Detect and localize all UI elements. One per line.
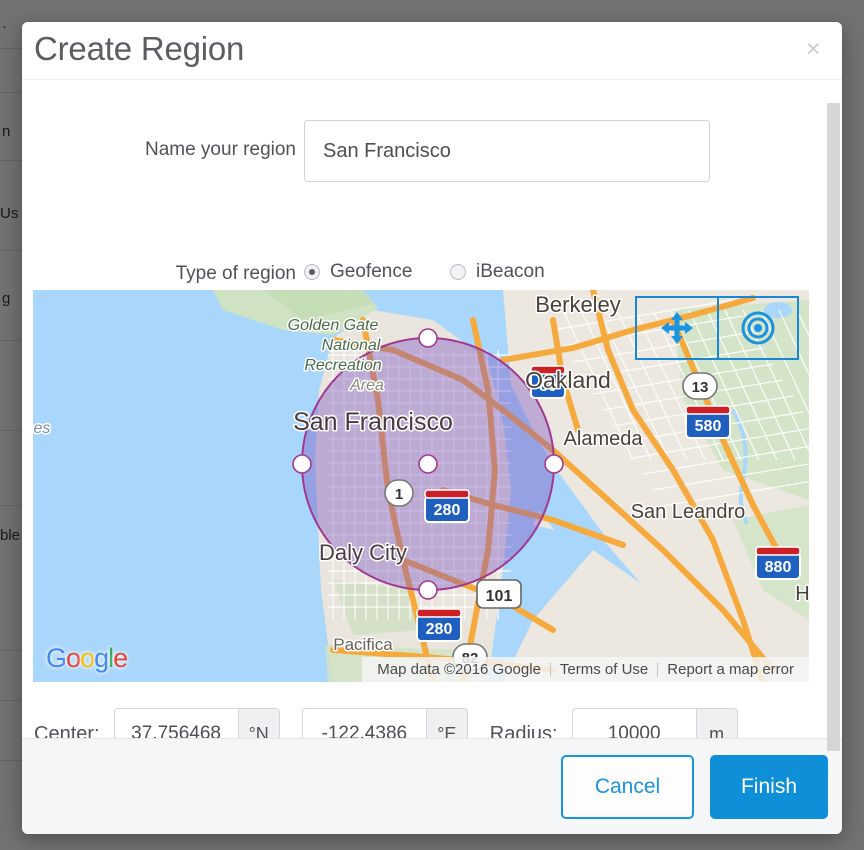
terms-of-use-link[interactable]: Terms of Use xyxy=(551,661,657,678)
type-field-label: Type of region xyxy=(175,263,296,284)
logo-letter-o2: o xyxy=(80,643,95,673)
map-route-shield: 101 xyxy=(476,579,522,609)
logo-letter-g1: G xyxy=(46,643,67,673)
close-icon[interactable]: × xyxy=(800,36,826,62)
name-field-label: Name your region xyxy=(144,139,296,160)
cancel-button[interactable]: Cancel xyxy=(561,754,694,819)
map-place-label: Berkeley xyxy=(535,292,621,317)
region-map[interactable]: 8058088028028013110182Golden GateNationa… xyxy=(33,290,809,682)
create-region-modal: Create Region × Name your region Type of… xyxy=(22,22,842,834)
radio-ibeacon-label: iBeacon xyxy=(476,261,545,282)
geofence-handle-south[interactable] xyxy=(418,580,438,600)
geofence-handle-center[interactable] xyxy=(418,454,438,474)
svg-text:580: 580 xyxy=(695,418,722,435)
map-place-label: Golden Gate xyxy=(288,317,379,334)
radio-option-geofence[interactable]: Geofence xyxy=(304,261,412,283)
geofence-handle-north[interactable] xyxy=(418,328,438,348)
map-place-label: San Francisco xyxy=(293,408,453,436)
circle-target-icon xyxy=(741,311,775,345)
logo-letter-g2: g xyxy=(94,643,109,673)
map-place-label: Daly City xyxy=(319,540,407,565)
modal-header: Create Region × xyxy=(22,22,842,80)
map-place-label: Area xyxy=(349,377,384,394)
geofence-handle-west[interactable] xyxy=(292,454,312,474)
radio-ibeacon-icon[interactable] xyxy=(450,264,466,280)
map-route-shield: 280 xyxy=(424,489,470,523)
map-route-shield: 280 xyxy=(416,608,462,642)
google-logo: Google xyxy=(46,643,128,674)
finish-button[interactable]: Finish xyxy=(710,754,828,819)
map-circle-mode-button[interactable] xyxy=(717,298,797,358)
name-field-row: Name your region xyxy=(22,120,842,182)
radio-geofence-icon[interactable] xyxy=(304,264,320,280)
svg-text:280: 280 xyxy=(426,621,453,638)
modal-body: Name your region Type of region Geofence… xyxy=(22,80,842,776)
map-place-label: Alameda xyxy=(564,428,644,450)
map-place-label: Ha xyxy=(795,583,809,605)
modal-scrollbar-thumb[interactable] xyxy=(827,103,840,751)
svg-text:101: 101 xyxy=(486,588,513,605)
map-place-label: Oakland xyxy=(525,367,611,393)
map-route-shield: 13 xyxy=(682,372,718,400)
page-title: Create Region xyxy=(34,30,245,67)
logo-letter-e1: e xyxy=(113,643,128,673)
modal-footer: Cancel Finish xyxy=(22,738,842,834)
report-map-error-link[interactable]: Report a map error xyxy=(658,661,803,678)
map-place-label: San Leandro xyxy=(631,501,746,523)
map-route-shield: 580 xyxy=(685,405,731,439)
map-data-credit: Map data ©2016 Google xyxy=(377,661,541,678)
map-place-label: ones xyxy=(33,420,50,437)
svg-text:13: 13 xyxy=(692,379,709,396)
region-name-input[interactable] xyxy=(304,120,710,182)
map-place-label: Pacifica xyxy=(333,635,393,654)
modal-scrollbar[interactable] xyxy=(826,81,841,751)
map-place-label: National xyxy=(322,337,381,354)
radio-option-ibeacon[interactable]: iBeacon xyxy=(450,261,545,283)
svg-text:280: 280 xyxy=(434,502,461,519)
map-pan-mode-button[interactable] xyxy=(637,298,717,358)
geofence-handle-east[interactable] xyxy=(544,454,564,474)
radio-geofence-label: Geofence xyxy=(330,261,413,282)
svg-text:880: 880 xyxy=(765,559,792,576)
svg-text:1: 1 xyxy=(395,486,403,503)
logo-letter-o1: o xyxy=(66,643,81,673)
move-arrows-icon xyxy=(661,312,693,344)
map-route-shield: 1 xyxy=(384,479,414,507)
map-place-label: Recreation xyxy=(304,357,381,374)
map-attribution-bar: Map data ©2016 Google Terms of Use Repor… xyxy=(362,657,809,682)
type-field-row: Type of region Geofence iBeacon xyxy=(22,258,842,292)
map-drawing-controls xyxy=(635,296,799,360)
map-route-shield: 880 xyxy=(755,546,801,580)
